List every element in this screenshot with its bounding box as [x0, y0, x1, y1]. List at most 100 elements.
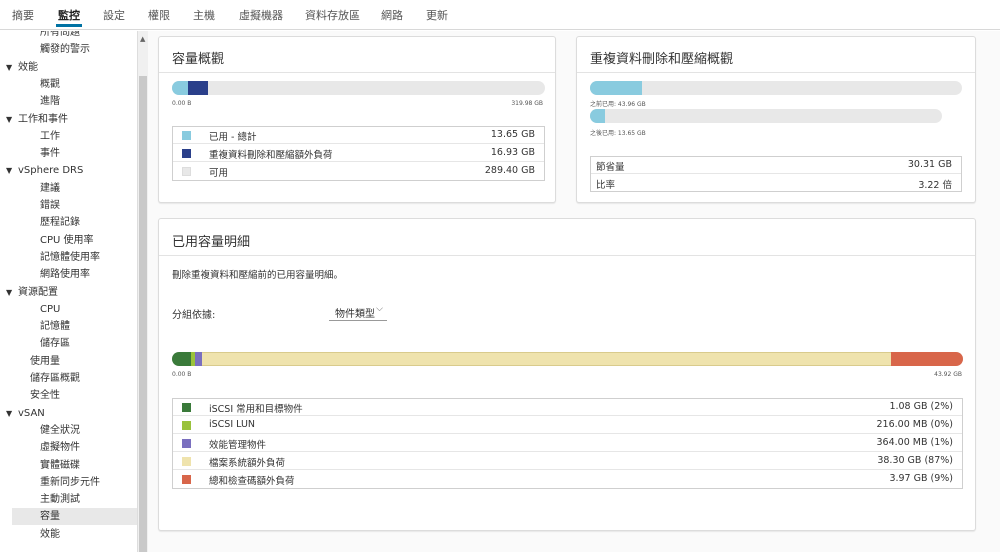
sidebar-item-label: 主動測試	[40, 494, 80, 506]
card-divider	[577, 72, 975, 73]
sidebar-item-label: 健全狀況	[40, 424, 80, 436]
tab-configure[interactable]: 設定	[103, 7, 125, 23]
dedup-before-segment[interactable]	[590, 81, 643, 95]
sidebar-item[interactable]: 歷程記錄	[40, 215, 80, 230]
sidebar-item-label: 儲存區	[40, 338, 70, 350]
sidebar-item[interactable]: 儲存區概觀	[30, 371, 80, 386]
capacity-overhead-segment[interactable]	[187, 81, 208, 95]
tab-datastores[interactable]: 資料存放區	[305, 7, 360, 23]
legend-row: 已用 - 總計 13.65 GB	[173, 127, 544, 144]
dedup-after-label: 之後已用: 13.65 GB	[590, 130, 646, 137]
group-by-select[interactable]: 物件類型 ⌵	[329, 303, 387, 321]
stats-label: 節省量	[596, 162, 625, 173]
sidebar-scrollbar[interactable]: ▲	[137, 31, 148, 552]
breakdown-legend: iSCSI 常用和目標物件 1.08 GB (2%) iSCSI LUN 216.00…	[172, 398, 963, 489]
sidebar-item-label: vSphere DRS	[18, 165, 84, 177]
dedup-stats: 節省量 30.31 GB 比率 3.22 倍	[590, 156, 962, 192]
sidebar-item-label: vSAN	[18, 407, 45, 419]
capacity-bar-max: 319.98 GB	[511, 100, 543, 107]
legend-swatch	[182, 403, 191, 412]
tab-permissions[interactable]: 權限	[148, 7, 170, 23]
sidebar-item[interactable]: CPU 使用率	[40, 233, 94, 248]
sidebar-item[interactable]: 主動測試	[40, 492, 80, 507]
breakdown-segment[interactable]	[172, 352, 192, 366]
capacity-bar[interactable]	[172, 81, 545, 95]
sidebar-item[interactable]: ▼ 資源配置	[6, 285, 58, 300]
sidebar-item-label: 所有問題	[40, 31, 80, 38]
sidebar-item-label: 效能	[18, 61, 38, 73]
tab-summary[interactable]: 摘要	[12, 7, 34, 23]
caret-down-icon[interactable]: ▼	[6, 163, 12, 178]
stats-row: 節省量 30.31 GB	[591, 157, 961, 174]
breakdown-segment[interactable]	[201, 352, 892, 366]
capacity-used-segment[interactable]	[172, 81, 188, 95]
scroll-up-icon[interactable]: ▲	[140, 35, 145, 43]
sidebar-item[interactable]: 記憶體	[40, 319, 70, 334]
sidebar-item[interactable]: 健全狀況	[40, 423, 80, 438]
caret-down-icon[interactable]: ▼	[6, 112, 12, 127]
sidebar-item[interactable]: 容量	[40, 509, 60, 524]
dedup-overview-title: 重複資料刪除和壓縮概觀	[590, 52, 734, 67]
sidebar-item[interactable]: 網路使用率	[40, 267, 90, 282]
sidebar-item-label: 工作和事件	[18, 113, 68, 125]
sidebar-item[interactable]: 重新同步元件	[40, 475, 100, 490]
sidebar-item[interactable]: CPU	[40, 302, 60, 317]
legend-label: 已用 - 總計	[209, 132, 257, 143]
legend-row: 總和檢查碼額外負荷 3.97 GB (9%)	[173, 471, 962, 488]
sidebar-item[interactable]: 概觀	[40, 77, 60, 92]
caret-down-icon[interactable]: ▼	[6, 406, 12, 421]
tab-hosts[interactable]: 主機	[193, 7, 215, 23]
sidebar-item[interactable]: ▼ 效能	[6, 60, 38, 75]
breakdown-bar[interactable]	[172, 352, 963, 366]
tab-monitor[interactable]: 監控	[56, 7, 82, 27]
sidebar-item-label: 歷程記錄	[40, 217, 80, 229]
legend-row: 效能管理物件 364.00 MB (1%)	[173, 435, 962, 452]
sidebar-item[interactable]: ▼ vSphere DRS	[6, 163, 84, 178]
sidebar-item[interactable]: 觸發的警示	[40, 42, 90, 57]
sidebar-item[interactable]: 儲存區	[40, 336, 70, 351]
card-divider	[159, 255, 975, 256]
sidebar-item-label: 虛擬物件	[40, 442, 80, 454]
dedup-before-label: 之前已用: 43.96 GB	[590, 101, 646, 108]
sidebar-item-label: 記憶體使用率	[40, 251, 100, 263]
sidebar-item-label: 資源配置	[18, 286, 58, 298]
dedup-after-segment[interactable]	[590, 109, 606, 123]
sidebar-item[interactable]: 安全性	[30, 388, 60, 403]
dedup-after-bar[interactable]	[590, 109, 942, 123]
chevron-down-icon: ⌵	[376, 304, 383, 314]
capacity-overview-card: 容量概觀 0.00 B 319.98 GB 已用 - 總計 13.65 GB 重…	[158, 36, 556, 203]
legend-value: 16.93 GB	[490, 147, 535, 158]
sidebar-item[interactable]: ▼ vSAN	[6, 406, 45, 421]
sidebar-item[interactable]: 記憶體使用率	[40, 250, 100, 265]
sidebar-item-label: 工作	[40, 130, 60, 142]
sidebar-item[interactable]: 事件	[40, 146, 60, 161]
sidebar-item[interactable]: 使用量	[30, 354, 60, 369]
sidebar-item[interactable]: 實體磁碟	[40, 458, 80, 473]
breakdown-segment[interactable]	[891, 352, 963, 366]
scroll-thumb[interactable]	[139, 76, 147, 552]
sidebar-item[interactable]: 進階	[40, 94, 60, 109]
main-content: 容量概觀 0.00 B 319.98 GB 已用 - 總計 13.65 GB 重…	[148, 31, 1000, 552]
sidebar-item[interactable]: ▼ 工作和事件	[6, 112, 68, 127]
caret-down-icon[interactable]: ▼	[6, 285, 12, 300]
legend-value: 289.40 GB	[484, 165, 535, 176]
sidebar-item[interactable]: 效能	[40, 527, 60, 542]
breakdown-title: 已用容量明細	[172, 235, 251, 250]
sidebar-item[interactable]: 所有問題	[40, 31, 80, 40]
legend-row: 可用 289.40 GB	[173, 163, 544, 180]
breakdown-card: 已用容量明細 刪除重複資料和壓縮前的已用容量明細。 分組依據: 物件類型 ⌵ 0…	[158, 218, 976, 531]
caret-down-icon[interactable]: ▼	[6, 60, 12, 75]
sidebar-item-label: 記憶體	[40, 321, 70, 333]
tab-vms[interactable]: 虛擬機器	[239, 7, 283, 23]
sidebar-item[interactable]: 錯誤	[40, 198, 60, 213]
dedup-before-bar[interactable]	[590, 81, 962, 95]
breakdown-bar-max: 43.92 GB	[934, 371, 962, 378]
sidebar-item-label: 容量	[40, 511, 60, 523]
sidebar-item[interactable]: 建議	[40, 181, 60, 196]
sidebar-item[interactable]: 工作	[40, 129, 60, 144]
tab-updates[interactable]: 更新	[426, 7, 448, 23]
sidebar-item[interactable]: 虛擬物件	[40, 440, 80, 455]
stats-row: 比率 3.22 倍	[591, 175, 961, 192]
tab-networks[interactable]: 網路	[381, 7, 403, 23]
sidebar: 所有問題 觸發的警示 ▼ 效能 概觀 進階 ▼ 工作和事件 工作 事件 ▼ vSphere DRS 建議…	[0, 31, 148, 552]
